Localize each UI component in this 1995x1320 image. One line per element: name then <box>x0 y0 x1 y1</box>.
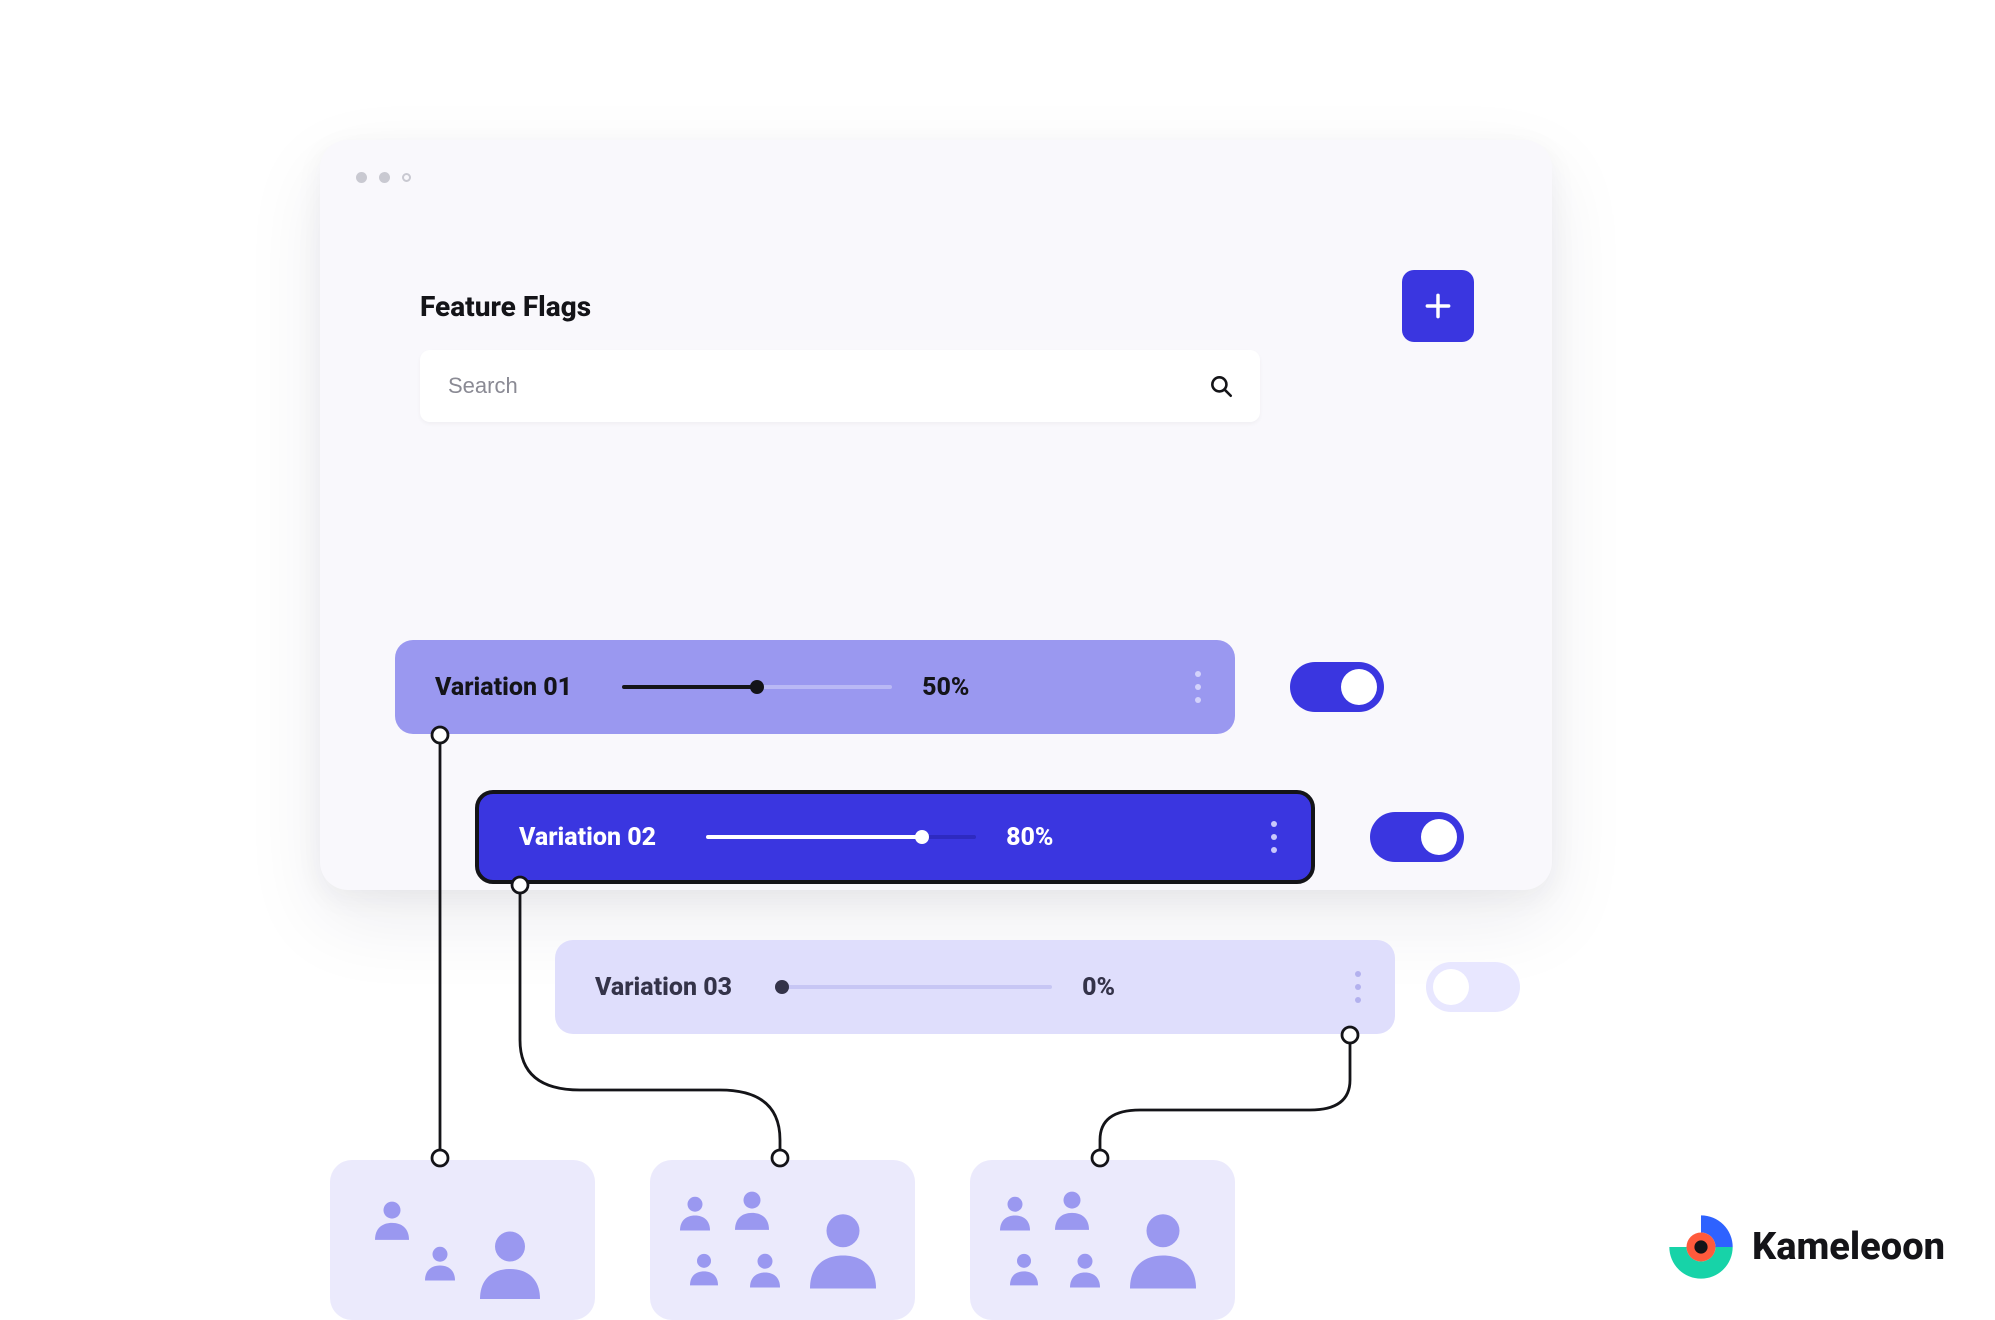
window-controls <box>356 172 411 183</box>
percentage-value: 0% <box>1082 973 1152 1002</box>
user-icon <box>1070 1252 1100 1288</box>
user-icon <box>1010 1252 1038 1286</box>
variation-row[interactable]: Variation 02 80% <box>475 790 1315 884</box>
audience-card <box>650 1160 915 1320</box>
user-icon <box>750 1252 780 1288</box>
page-title: Feature Flags <box>420 290 591 323</box>
dots-vertical-icon <box>1195 697 1201 703</box>
dots-vertical-icon <box>1195 684 1201 690</box>
add-button[interactable] <box>1402 270 1474 342</box>
slider-handle-icon[interactable] <box>775 980 789 994</box>
brand-logo: Kameleoon <box>1668 1214 1945 1280</box>
dots-vertical-icon <box>1271 834 1277 840</box>
variation-toggle[interactable] <box>1426 962 1520 1012</box>
percentage-slider[interactable] <box>622 680 892 694</box>
dots-vertical-icon <box>1355 984 1361 990</box>
dots-vertical-icon <box>1355 997 1361 1003</box>
percentage-value: 80% <box>1006 823 1076 852</box>
toggle-knob-icon <box>1341 669 1377 705</box>
variation-label: Variation 03 <box>595 973 732 1002</box>
dots-vertical-icon <box>1355 971 1361 977</box>
percentage-slider[interactable] <box>706 830 976 844</box>
window-dot-icon <box>379 172 390 183</box>
percentage-slider[interactable] <box>782 980 1052 994</box>
percentage-value: 50% <box>922 673 992 702</box>
user-icon <box>680 1195 710 1231</box>
user-icon <box>1000 1195 1030 1231</box>
search-bar[interactable] <box>420 350 1260 422</box>
more-menu[interactable] <box>1251 821 1277 853</box>
variation-label: Variation 02 <box>519 823 656 852</box>
variation-label: Variation 01 <box>435 673 572 702</box>
brand-name: Kameleoon <box>1752 1225 1945 1269</box>
window-dot-icon <box>356 172 367 183</box>
user-icon <box>1130 1210 1196 1290</box>
kameleoon-logo-icon <box>1668 1214 1734 1280</box>
audience-card <box>330 1160 595 1320</box>
user-icon <box>480 1228 540 1300</box>
app-window: Feature Flags <box>320 140 1552 890</box>
audience-card <box>970 1160 1235 1320</box>
dots-vertical-icon <box>1195 671 1201 677</box>
toggle-knob-icon <box>1421 819 1457 855</box>
slider-handle-icon[interactable] <box>750 680 764 694</box>
slider-handle-icon[interactable] <box>915 830 929 844</box>
variation-row[interactable]: Variation 03 0% <box>555 940 1395 1034</box>
more-menu[interactable] <box>1175 671 1201 703</box>
dots-vertical-icon <box>1271 821 1277 827</box>
dots-vertical-icon <box>1271 847 1277 853</box>
user-icon <box>1055 1190 1089 1230</box>
variation-toggle[interactable] <box>1370 812 1464 862</box>
window-dot-icon <box>402 173 411 182</box>
variation-toggle[interactable] <box>1290 662 1384 712</box>
user-icon <box>735 1190 769 1230</box>
search-icon <box>1208 373 1234 399</box>
user-icon <box>690 1252 718 1286</box>
search-input[interactable] <box>446 372 1208 400</box>
toggle-knob-icon <box>1433 969 1469 1005</box>
user-icon <box>425 1245 455 1281</box>
plus-icon <box>1422 290 1454 322</box>
more-menu[interactable] <box>1335 971 1361 1003</box>
user-icon <box>810 1210 876 1290</box>
user-icon <box>375 1200 409 1240</box>
variation-row[interactable]: Variation 01 50% <box>395 640 1235 734</box>
